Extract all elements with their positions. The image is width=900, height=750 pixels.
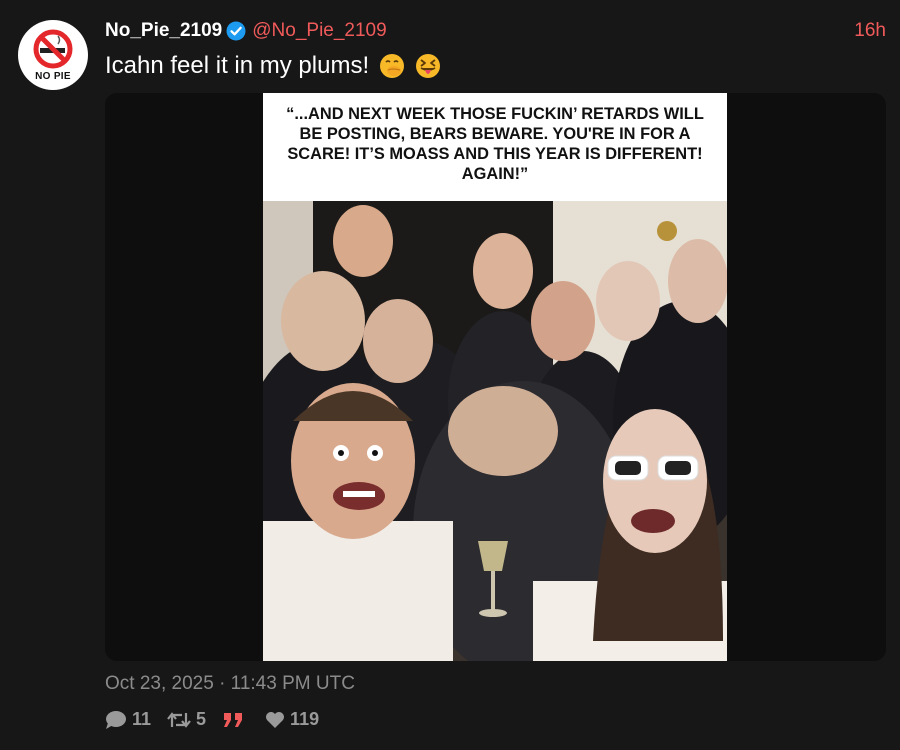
- tweet-actions: 11 5 119: [105, 709, 319, 730]
- meme-image[interactable]: “...AND NEXT WEEK THOSE FUCKIN’ RETARDS …: [263, 93, 727, 661]
- heart-icon: [266, 711, 285, 728]
- avatar[interactable]: NO PIE: [18, 20, 88, 90]
- face-with-hand-over-mouth-emoji-icon: [380, 54, 405, 78]
- time-ago[interactable]: 16h: [854, 20, 886, 42]
- retweet-count: 5: [196, 709, 207, 729]
- display-name[interactable]: No_Pie_2109: [105, 20, 222, 42]
- verified-badge-icon: [226, 21, 246, 41]
- media-container[interactable]: “...AND NEXT WEEK THOSE FUCKIN’ RETARDS …: [105, 93, 886, 661]
- avatar-label: NO PIE: [35, 71, 71, 82]
- comment-icon: [106, 710, 126, 729]
- tweet-text-row: Icahn feel it in my plums!: [105, 52, 441, 80]
- like-button[interactable]: 119: [265, 709, 319, 730]
- reply-count: 11: [132, 709, 152, 729]
- tweet-text: Icahn feel it in my plums!: [105, 52, 370, 79]
- retweet-button[interactable]: 5: [167, 709, 206, 730]
- retweet-icon: [167, 711, 191, 728]
- tweet-header: No_Pie_2109 @No_Pie_2109 16h: [105, 18, 886, 44]
- meme-photo: [263, 201, 727, 661]
- quote-icon: [224, 712, 243, 727]
- tweet-timestamp[interactable]: Oct 23, 2025 · 11:43 PM UTC: [105, 673, 355, 695]
- quote-button[interactable]: [222, 711, 249, 729]
- reply-button[interactable]: 11: [105, 709, 151, 730]
- squinting-face-with-tongue-emoji-icon: [416, 54, 441, 78]
- handle-link[interactable]: @No_Pie_2109: [252, 20, 386, 42]
- meme-caption: “...AND NEXT WEEK THOSE FUCKIN’ RETARDS …: [263, 93, 727, 201]
- like-count: 119: [290, 709, 320, 729]
